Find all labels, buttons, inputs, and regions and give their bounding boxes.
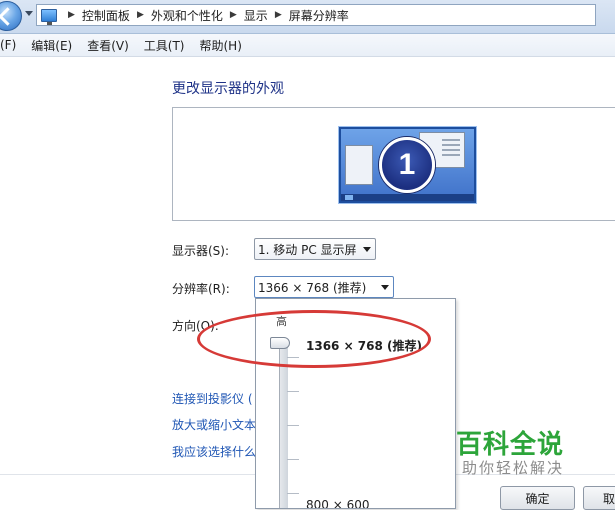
breadcrumb-separator-icon[interactable]: ▶ bbox=[275, 10, 282, 20]
page-title: 更改显示器的外观 bbox=[172, 81, 284, 97]
display-select[interactable]: 1. 移动 PC 显示屏 bbox=[254, 238, 376, 260]
resolution-select[interactable]: 1366 × 768 (推荐) bbox=[254, 276, 394, 298]
slider-tick bbox=[287, 391, 299, 392]
menu-help[interactable]: 帮助(H) bbox=[200, 37, 242, 54]
slider-tick bbox=[287, 459, 299, 460]
breadcrumb-screen-resolution[interactable]: 屏幕分辨率 bbox=[289, 7, 349, 24]
address-bar-area: ▶ 控制面板 ▶ 外观和个性化 ▶ 显示 ▶ 屏幕分辨率 bbox=[0, 0, 615, 34]
slider-tick bbox=[287, 357, 299, 358]
breadcrumb-control-panel[interactable]: 控制面板 bbox=[82, 7, 130, 24]
breadcrumb-separator-icon[interactable]: ▶ bbox=[230, 10, 237, 20]
back-button[interactable] bbox=[0, 1, 22, 31]
menu-edit[interactable]: 编辑(E) bbox=[31, 37, 72, 54]
display-select-value: 1. 移动 PC 显示屏 bbox=[258, 242, 357, 257]
display-settings-help-link[interactable]: 我应该选择什么 bbox=[172, 443, 256, 460]
cancel-button[interactable]: 取 bbox=[583, 486, 615, 510]
selected-resolution-label: 1366 × 768 (推荐) bbox=[306, 339, 423, 353]
resolution-dropdown: 高 1366 × 768 (推荐) 800 × 600 bbox=[255, 298, 456, 509]
resolution-label: 分辨率(R): bbox=[172, 282, 230, 296]
breadcrumb-separator-icon[interactable]: ▶ bbox=[68, 10, 75, 20]
monitor-icon[interactable]: 1 bbox=[339, 127, 476, 203]
taskbar-icon bbox=[341, 194, 474, 201]
display-label: 显示器(S): bbox=[172, 244, 230, 258]
recent-pages-chevron-icon[interactable] bbox=[25, 11, 33, 16]
monitor-preview: 1 bbox=[172, 107, 615, 221]
chevron-down-icon bbox=[381, 285, 389, 290]
lowest-resolution-label: 800 × 600 bbox=[306, 498, 370, 509]
window-thumbnail-icon bbox=[345, 145, 373, 185]
menu-bar: (F) 编辑(E) 查看(V) 工具(T) 帮助(H) bbox=[0, 34, 615, 57]
orientation-label: 方向(O): bbox=[172, 319, 219, 333]
control-panel-icon bbox=[41, 8, 57, 25]
connect-projector-link[interactable]: 连接到投影仪 ( bbox=[172, 390, 253, 407]
chevron-down-icon bbox=[363, 247, 371, 252]
slider-tick bbox=[287, 425, 299, 426]
breadcrumb-separator-icon[interactable]: ▶ bbox=[137, 10, 144, 20]
menu-file[interactable]: (F) bbox=[0, 38, 16, 52]
breadcrumb-appearance[interactable]: 外观和个性化 bbox=[151, 7, 223, 24]
resolution-slider-thumb[interactable] bbox=[270, 337, 290, 349]
start-button-icon bbox=[345, 195, 353, 200]
menu-view[interactable]: 查看(V) bbox=[87, 37, 129, 54]
slider-tick bbox=[287, 493, 299, 494]
menu-tools[interactable]: 工具(T) bbox=[144, 37, 185, 54]
ok-button[interactable]: 确定 bbox=[500, 486, 575, 510]
watermark-subtitle: 助你轻松解决 bbox=[462, 459, 565, 477]
resolution-select-value: 1366 × 768 (推荐) bbox=[258, 280, 367, 295]
watermark-title: 百科全说 bbox=[456, 430, 565, 460]
address-bar[interactable]: ▶ 控制面板 ▶ 外观和个性化 ▶ 显示 ▶ 屏幕分辨率 bbox=[36, 4, 596, 26]
text-size-link[interactable]: 放大或缩小文本 bbox=[172, 416, 256, 433]
monitor-number-badge: 1 bbox=[379, 137, 435, 193]
breadcrumb-display[interactable]: 显示 bbox=[244, 7, 268, 24]
slider-high-label: 高 bbox=[276, 315, 287, 328]
